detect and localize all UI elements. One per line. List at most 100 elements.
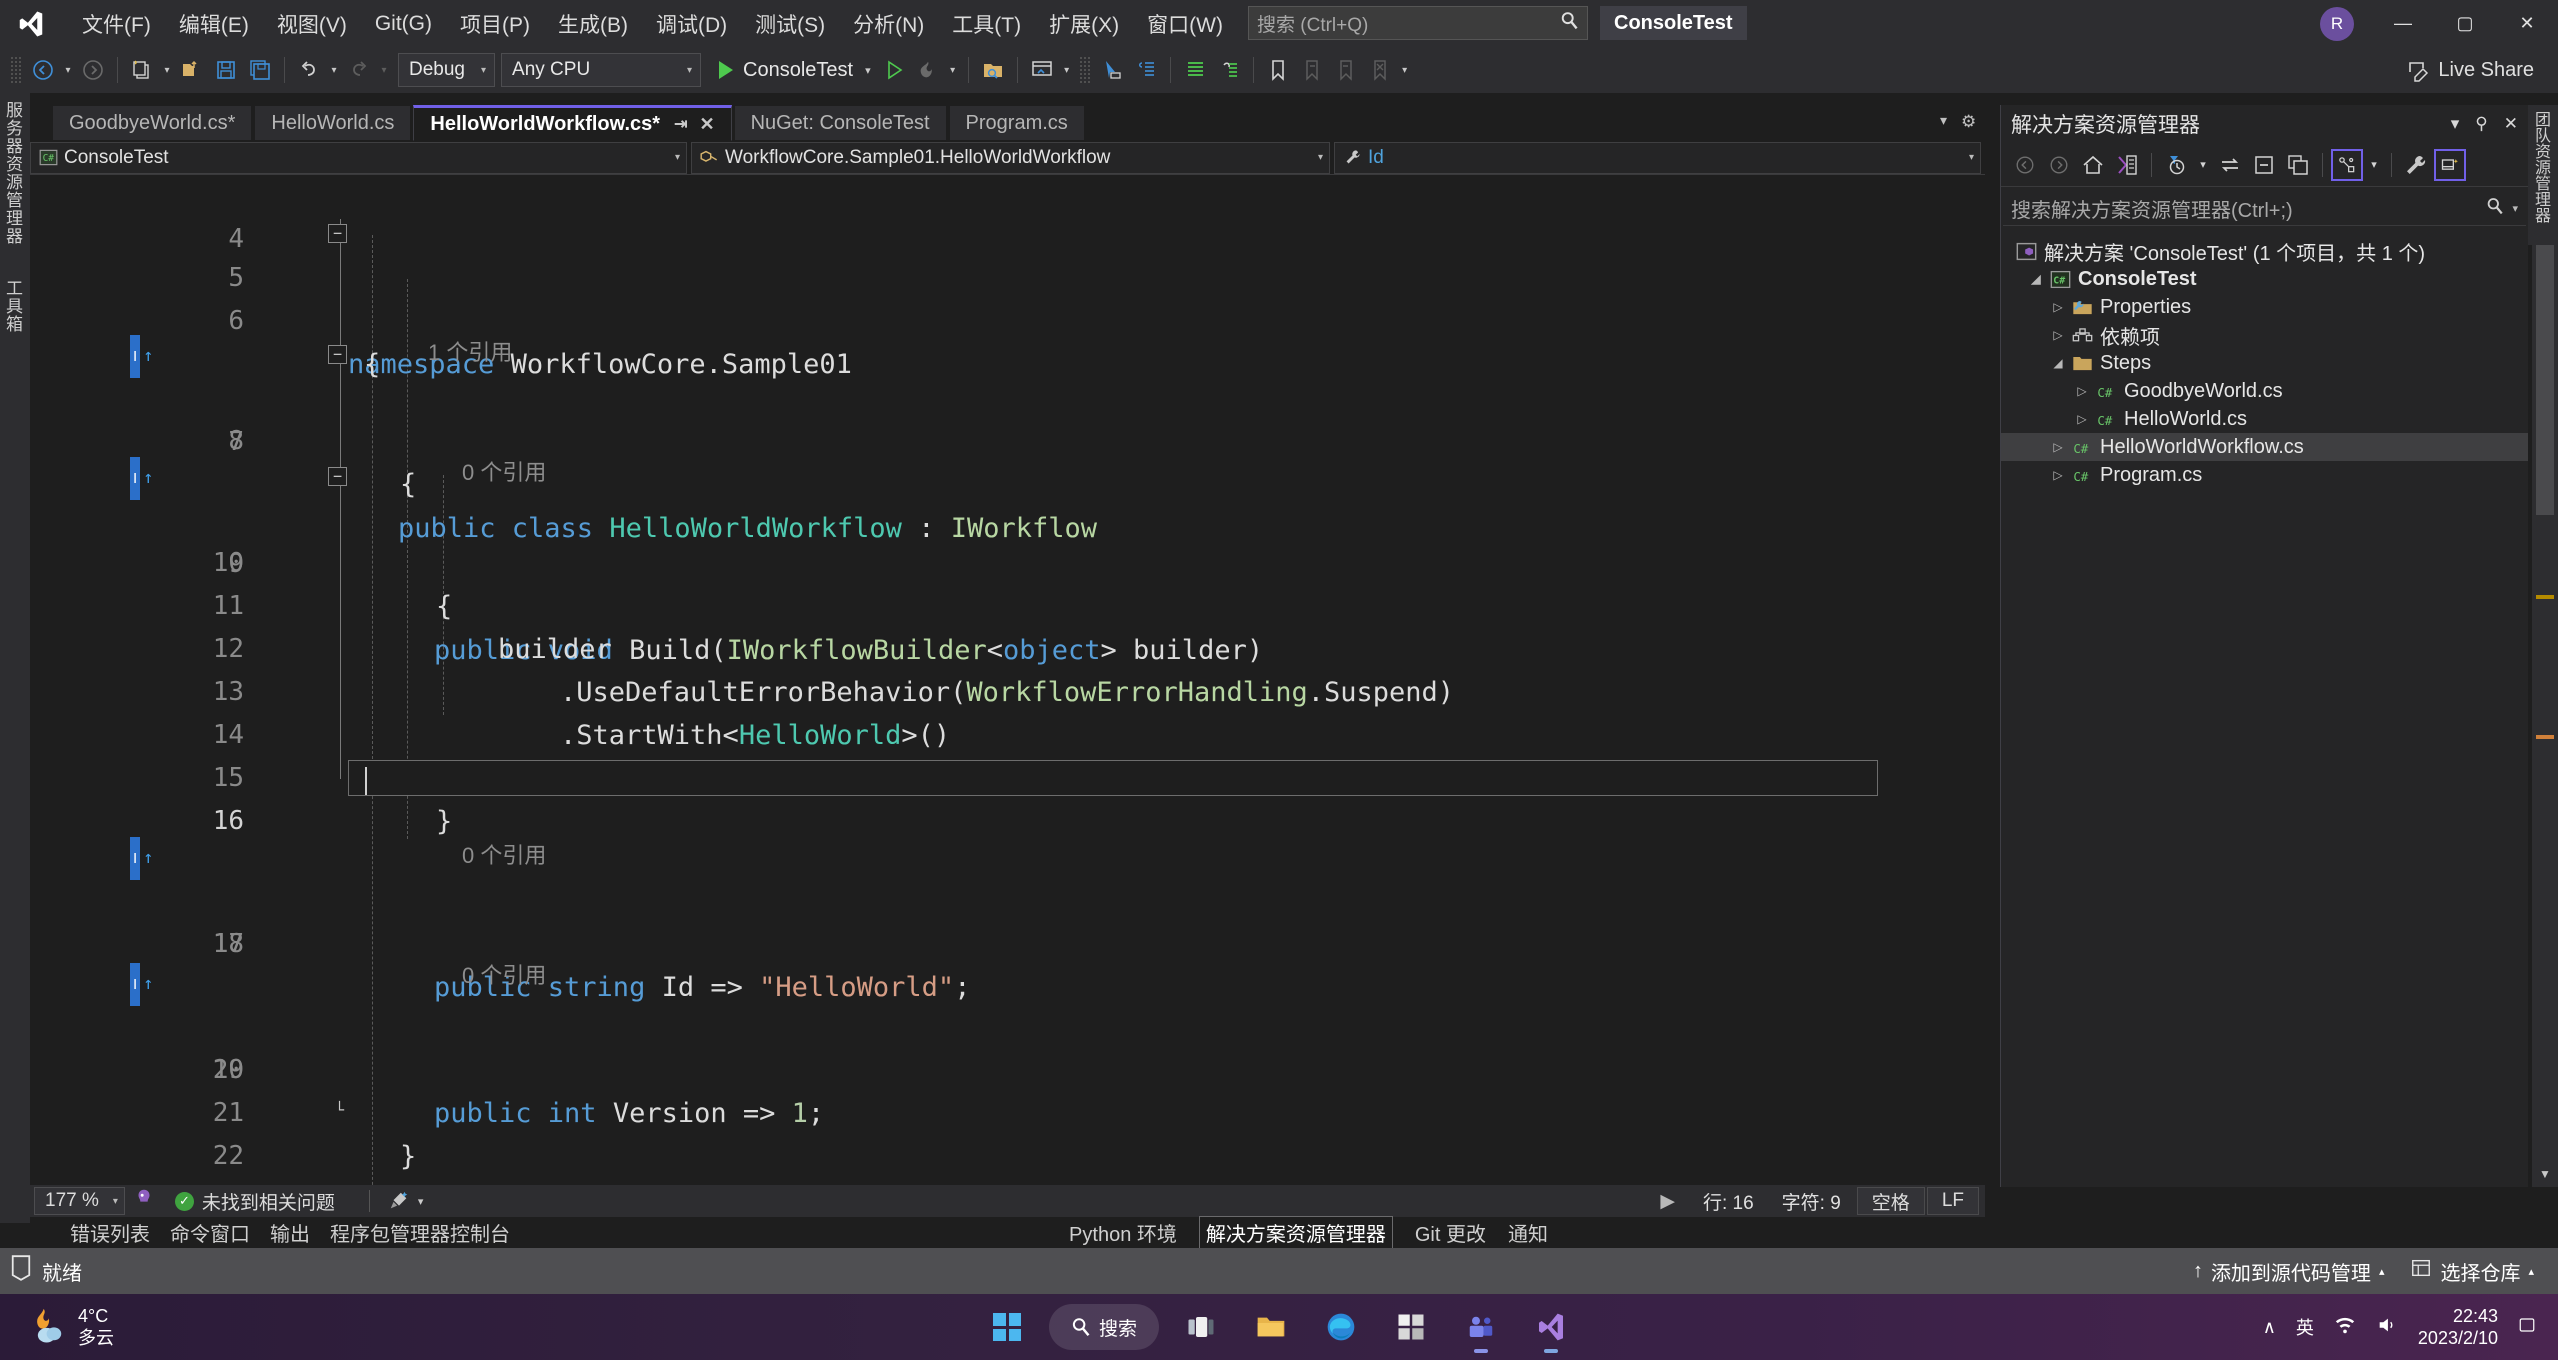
- pin-panel-icon[interactable]: ⚲: [2475, 114, 2487, 134]
- team-explorer-tab[interactable]: 团队资源管理器: [2528, 105, 2552, 223]
- dock-tab-package-manager-console[interactable]: 程序包管理器控制台: [330, 1218, 510, 1247]
- start-debugging-button[interactable]: ConsoleTest ▾: [713, 53, 877, 87]
- collapse-all-icon[interactable]: [2248, 149, 2280, 181]
- next-bookmark-icon[interactable]: [1329, 53, 1363, 87]
- solution-platform-dropdown[interactable]: Any CPU ▾: [501, 53, 701, 87]
- chevron-right-icon[interactable]: ▷: [2071, 412, 2093, 426]
- code-line[interactable]: I ↑ 9 − public void Build(IWorkflowBuild…: [30, 457, 1960, 500]
- properties-icon[interactable]: [2400, 149, 2432, 181]
- pending-changes-filter-icon[interactable]: [2160, 149, 2192, 181]
- toolbar-grip[interactable]: [10, 56, 22, 84]
- code-line[interactable]: 21 }: [30, 1049, 1960, 1092]
- menu-analyze[interactable]: 分析(N): [839, 7, 938, 41]
- visual-studio-taskbar-button[interactable]: [1523, 1299, 1579, 1355]
- start-button[interactable]: [979, 1299, 1035, 1355]
- toolbar-grip[interactable]: [1079, 56, 1091, 84]
- fold-toggle-icon[interactable]: └: [335, 1102, 344, 1118]
- dock-tab-notifications[interactable]: 通知: [1508, 1218, 1548, 1247]
- maximize-button[interactable]: ▢: [2434, 0, 2496, 47]
- avatar[interactable]: R: [2320, 7, 2354, 41]
- close-panel-icon[interactable]: ✕: [2504, 114, 2518, 134]
- member-dropdown[interactable]: Id ▾: [1334, 142, 1981, 174]
- navigate-back-dropdown-icon[interactable]: ▾: [60, 53, 76, 87]
- code-line[interactable]: 14 .Then<GoodbyeWorld>();: [30, 671, 1960, 714]
- tree-item-project-consoletest[interactable]: ◢ C# ConsoleTest: [2001, 265, 2528, 293]
- chevron-down-icon[interactable]: ◢: [2047, 356, 2069, 370]
- indentation-indicator[interactable]: 空格: [1857, 1187, 1925, 1215]
- tab-nuget-consoletest[interactable]: NuGet: ConsoleTest: [734, 105, 947, 141]
- chevron-right-icon[interactable]: ▷: [2047, 440, 2069, 454]
- comment-selection-icon[interactable]: [1178, 53, 1212, 87]
- codelens-line[interactable]: 0 个引用: [30, 795, 1960, 831]
- panel-menu-icon[interactable]: ▾: [2451, 114, 2460, 134]
- select-repository-button[interactable]: 选择仓库 ▴: [2410, 1257, 2534, 1286]
- menu-project[interactable]: 项目(P): [446, 7, 544, 41]
- task-view-button[interactable]: [1173, 1299, 1229, 1355]
- minimize-button[interactable]: —: [2372, 0, 2434, 47]
- tree-item-properties[interactable]: ▷ Properties: [2001, 293, 2528, 321]
- previous-bookmark-icon[interactable]: [1295, 53, 1329, 87]
- chevron-right-icon[interactable]: ▷: [2047, 300, 2069, 314]
- chevron-right-icon[interactable]: ▷: [2047, 468, 2069, 482]
- menu-extensions[interactable]: 扩展(X): [1035, 7, 1133, 41]
- microsoft-store-button[interactable]: [1383, 1299, 1439, 1355]
- solution-configuration-dropdown[interactable]: Debug ▾: [398, 53, 495, 87]
- server-explorer-tab[interactable]: 服务器资源管理器: [0, 93, 25, 245]
- dock-tab-output[interactable]: 输出: [270, 1218, 310, 1247]
- navigate-forward-icon[interactable]: [76, 53, 110, 87]
- network-icon[interactable]: [2334, 1314, 2356, 1341]
- code-line[interactable]: I ↑ 19 public int Version => 1;: [30, 963, 1960, 1006]
- undo-icon[interactable]: [292, 53, 326, 87]
- clear-bookmarks-icon[interactable]: [1363, 53, 1397, 87]
- menu-file[interactable]: 文件(F): [68, 7, 165, 41]
- open-file-icon[interactable]: [175, 53, 209, 87]
- hot-reload-dropdown-icon[interactable]: ▾: [945, 53, 961, 87]
- add-to-source-control-button[interactable]: ↑ 添加到源代码管理 ▴: [2193, 1257, 2385, 1286]
- code-line[interactable]: 11 builder: [30, 542, 1960, 585]
- insert-snippet-icon[interactable]: [1129, 53, 1163, 87]
- notification-center-icon[interactable]: [2518, 1316, 2536, 1339]
- inheritance-glyph-margin[interactable]: I ↑: [130, 463, 174, 493]
- volume-icon[interactable]: [2376, 1314, 2398, 1341]
- code-line[interactable]: 12 .UseDefaultErrorBehavior(WorkflowErro…: [30, 585, 1960, 628]
- tree-item-solution[interactable]: 解决方案 'ConsoleTest' (1 个项目，共 1 个): [2001, 237, 2528, 265]
- menu-git[interactable]: Git(G): [361, 7, 446, 41]
- dock-tab-git-changes[interactable]: Git 更改: [1415, 1218, 1486, 1247]
- start-without-debugging-icon[interactable]: [877, 53, 911, 87]
- close-button[interactable]: ✕: [2496, 0, 2558, 47]
- menu-test[interactable]: 测试(S): [741, 7, 839, 41]
- expand-status-icon[interactable]: ▶: [1646, 1190, 1689, 1213]
- quick-launch-search[interactable]: 搜索 (Ctrl+Q): [1248, 6, 1588, 40]
- refresh-icon[interactable]: [2214, 149, 2246, 181]
- window-layout-dropdown-icon[interactable]: ▾: [1059, 53, 1075, 87]
- save-icon[interactable]: [209, 53, 243, 87]
- code-cleanup-button[interactable]: ▾: [388, 1190, 424, 1212]
- code-line[interactable]: 10 {: [30, 499, 1960, 542]
- home-icon[interactable]: [2077, 149, 2109, 181]
- scroll-down-icon[interactable]: ▼: [2532, 1161, 2558, 1187]
- editor-vertical-scrollbar[interactable]: ▲ ▼: [2532, 175, 2558, 1187]
- close-tab-icon[interactable]: ✕: [699, 114, 714, 135]
- code-line[interactable]: I ↑ 17 public string Id => "HelloWorld";: [30, 837, 1960, 880]
- tree-item-program-cs[interactable]: ▷ C# Program.cs: [2001, 461, 2528, 489]
- pin-tab-icon[interactable]: ⇥: [674, 114, 687, 134]
- line-ending-indicator[interactable]: LF: [1927, 1187, 1979, 1215]
- redo-icon[interactable]: [342, 53, 376, 87]
- toolbar-overflow-icon[interactable]: ▾: [1397, 53, 1413, 87]
- window-layout-icon[interactable]: [1025, 53, 1059, 87]
- menu-tools[interactable]: 工具(T): [938, 7, 1035, 41]
- dock-tab-solution-explorer[interactable]: 解决方案资源管理器: [1199, 1216, 1393, 1249]
- show-all-files-icon[interactable]: [2282, 149, 2314, 181]
- solution-explorer-search-icon[interactable]: [976, 53, 1010, 87]
- tab-program-cs[interactable]: Program.cs: [949, 105, 1085, 141]
- close-document-group-icon[interactable]: ⚙: [1961, 112, 1976, 132]
- sync-with-active-document-icon[interactable]: [2111, 149, 2143, 181]
- live-share-button[interactable]: Live Share: [2406, 58, 2534, 82]
- intellicode-icon[interactable]: [133, 1187, 155, 1215]
- codelens-line[interactable]: 0 个引用: [30, 412, 1960, 448]
- back-icon[interactable]: [2009, 149, 2041, 181]
- inheritance-glyph-margin[interactable]: I ↑: [130, 341, 174, 371]
- tray-expand-icon[interactable]: ∧: [2263, 1317, 2276, 1338]
- tree-item-folder-steps[interactable]: ◢ Steps: [2001, 349, 2528, 377]
- code-line[interactable]: 20: [30, 1006, 1960, 1049]
